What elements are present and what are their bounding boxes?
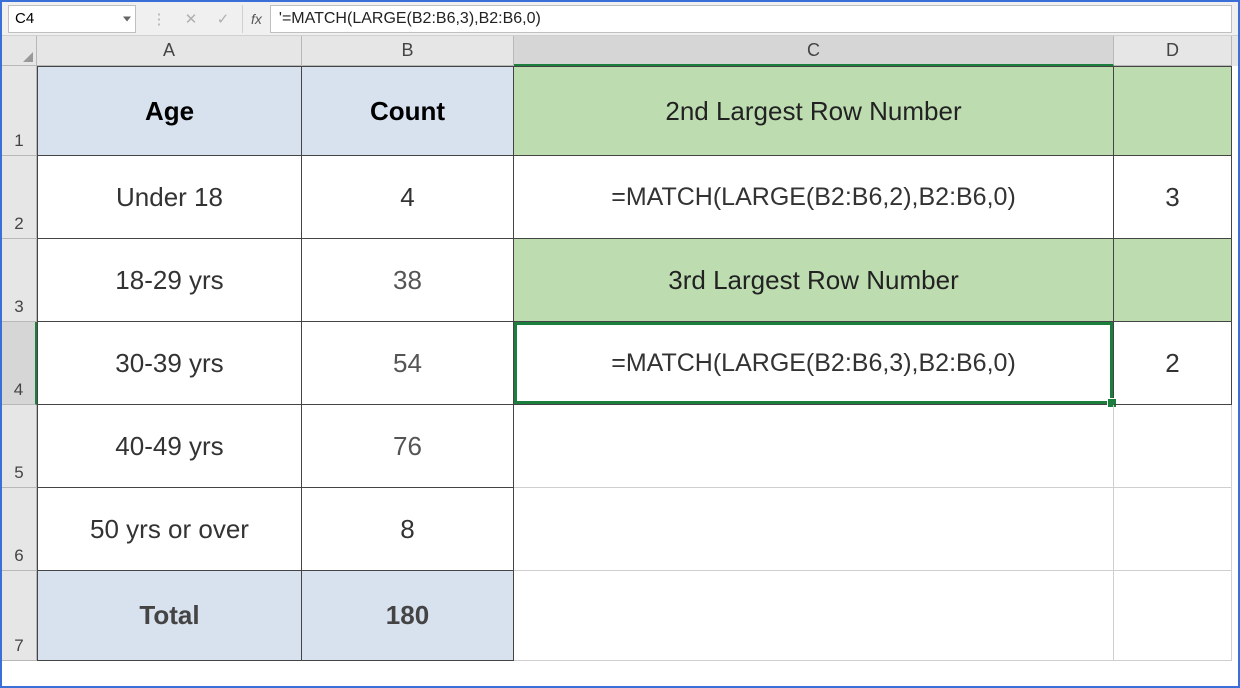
cell-c5[interactable]	[514, 405, 1114, 488]
col-header-b[interactable]: B	[302, 36, 514, 66]
cell-c4[interactable]: =MATCH(LARGE(B2:B6,3),B2:B6,0)	[514, 322, 1114, 405]
col-header-d[interactable]: D	[1114, 36, 1232, 66]
cell-c3[interactable]: 3rd Largest Row Number	[514, 239, 1114, 322]
cell-d5[interactable]	[1114, 405, 1232, 488]
spreadsheet-grid[interactable]: A B C D 1 2 3 4 5 6 7 Age Count 2nd Larg…	[2, 36, 1238, 686]
row-header-2[interactable]: 2	[2, 156, 37, 239]
row-header-5[interactable]: 5	[2, 405, 37, 488]
col-header-a[interactable]: A	[37, 36, 302, 66]
name-box[interactable]: C4	[8, 5, 136, 33]
formula-bar-controls: ⋮ ✕ ✓	[140, 10, 242, 28]
col-header-c[interactable]: C	[514, 36, 1114, 66]
cell-a3[interactable]: 18-29 yrs	[37, 239, 302, 322]
cell-a5[interactable]: 40-49 yrs	[37, 405, 302, 488]
cell-d4[interactable]: 2	[1114, 322, 1232, 405]
row-header-3[interactable]: 3	[2, 239, 37, 322]
cell-b2[interactable]: 4	[302, 156, 514, 239]
cell-a6[interactable]: 50 yrs or over	[37, 488, 302, 571]
row-header-4[interactable]: 4	[2, 322, 37, 405]
row-header-7[interactable]: 7	[2, 571, 37, 661]
cell-b4[interactable]: 54	[302, 322, 514, 405]
dots-icon: ⋮	[150, 10, 168, 28]
select-all-corner[interactable]	[2, 36, 37, 66]
cell-c1[interactable]: 2nd Largest Row Number	[514, 66, 1114, 156]
name-box-dropdown-icon[interactable]	[123, 16, 131, 21]
cell-a1[interactable]: Age	[37, 66, 302, 156]
row-header-6[interactable]: 6	[2, 488, 37, 571]
enter-icon[interactable]: ✓	[214, 10, 232, 28]
cell-b7[interactable]: 180	[302, 571, 514, 661]
row-headers: 1 2 3 4 5 6 7	[2, 66, 37, 686]
cell-c6[interactable]	[514, 488, 1114, 571]
cell-c7[interactable]	[514, 571, 1114, 661]
cell-d3[interactable]	[1114, 239, 1232, 322]
cell-a4[interactable]: 30-39 yrs	[37, 322, 302, 405]
cell-b5[interactable]: 76	[302, 405, 514, 488]
fx-button[interactable]: fx	[242, 5, 270, 33]
active-cell-ref: C4	[15, 10, 34, 27]
cell-b6[interactable]: 8	[302, 488, 514, 571]
cell-d7[interactable]	[1114, 571, 1232, 661]
cell-b1[interactable]: Count	[302, 66, 514, 156]
cancel-icon[interactable]: ✕	[182, 10, 200, 28]
formula-bar: C4 ⋮ ✕ ✓ fx '=MATCH(LARGE(B2:B6,3),B2:B6…	[2, 2, 1238, 36]
cell-a2[interactable]: Under 18	[37, 156, 302, 239]
cell-b3[interactable]: 38	[302, 239, 514, 322]
cell-d2[interactable]: 3	[1114, 156, 1232, 239]
cell-d6[interactable]	[1114, 488, 1232, 571]
cell-a7[interactable]: Total	[37, 571, 302, 661]
cell-d1[interactable]	[1114, 66, 1232, 156]
row-header-1[interactable]: 1	[2, 66, 37, 156]
formula-input[interactable]: '=MATCH(LARGE(B2:B6,3),B2:B6,0)	[270, 5, 1232, 33]
cell-c2[interactable]: =MATCH(LARGE(B2:B6,2),B2:B6,0)	[514, 156, 1114, 239]
column-headers: A B C D	[2, 36, 1238, 66]
